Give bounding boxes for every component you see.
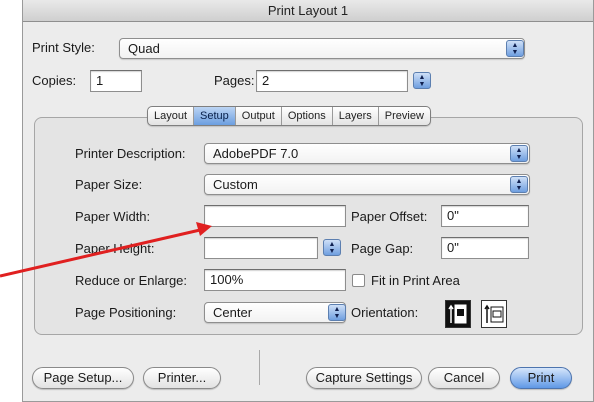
tab-setup[interactable]: Setup (194, 107, 236, 125)
print-style-arrows-icon[interactable]: ▲ ▼ (506, 40, 524, 57)
paper-offset-field[interactable]: 0" (441, 205, 529, 227)
copies-field[interactable]: 1 (90, 70, 142, 92)
page-positioning-popup[interactable]: Center (204, 302, 346, 323)
tab-output[interactable]: Output (236, 107, 282, 125)
orientation-label: Orientation: (351, 305, 419, 320)
paper-size-label: Paper Size: (75, 177, 143, 192)
page-positioning-label: Page Positioning: (75, 305, 177, 320)
portrait-icon[interactable] (445, 300, 471, 328)
fit-in-print-area-label: Fit in Print Area (371, 273, 460, 288)
copies-label: Copies: (32, 73, 77, 88)
fit-in-print-area-checkbox[interactable] (352, 274, 365, 287)
paper-offset-label: Paper Offset: (351, 209, 428, 224)
paper-height-arrows-icon[interactable]: ▲ ▼ (323, 239, 341, 256)
paper-width-label: Paper Width: (75, 209, 151, 224)
paper-size-value: Custom (213, 177, 258, 192)
print-style-label: Print Style: (32, 40, 95, 55)
printer-description-label: Printer Description: (75, 146, 186, 161)
tab-layers[interactable]: Layers (333, 107, 379, 125)
pages-arrows-icon[interactable]: ▲ ▼ (413, 72, 431, 89)
tab-bar: Layout Setup Output Options Layers Previ… (147, 106, 431, 126)
print-style-popup[interactable]: Quad (119, 38, 525, 59)
page-positioning-arrows-icon[interactable]: ▲ ▼ (328, 304, 346, 321)
pages-field[interactable]: 2 (256, 70, 408, 92)
reduce-enlarge-label: Reduce or Enlarge: (75, 273, 188, 288)
page-positioning-value: Center (213, 305, 253, 320)
page-setup-button[interactable]: Page Setup... (32, 367, 134, 389)
printer-description-arrows-icon[interactable]: ▲ ▼ (510, 145, 528, 162)
print-dialog: Print Layout 1 Print Style: Quad ▲ ▼ Copi… (22, 0, 594, 402)
printer-description-popup[interactable]: AdobePDF 7.0 (204, 143, 530, 164)
window-title: Print Layout 1 (23, 0, 593, 22)
paper-height-field[interactable] (204, 237, 318, 259)
tab-layout[interactable]: Layout (148, 107, 195, 125)
printer-description-value: AdobePDF 7.0 (213, 146, 299, 161)
landscape-icon[interactable] (481, 300, 507, 328)
tab-preview[interactable]: Preview (379, 107, 430, 125)
print-style-value: Quad (128, 41, 160, 56)
page-gap-field[interactable]: 0" (441, 237, 529, 259)
capture-settings-button[interactable]: Capture Settings (306, 367, 422, 389)
page-gap-label: Page Gap: (351, 241, 414, 256)
tab-options[interactable]: Options (282, 107, 333, 125)
paper-size-arrows-icon[interactable]: ▲ ▼ (510, 176, 528, 193)
reduce-enlarge-field[interactable]: 100% (204, 269, 346, 291)
print-button[interactable]: Print (510, 367, 572, 389)
pages-label: Pages: (214, 73, 255, 88)
paper-size-popup[interactable]: Custom (204, 174, 530, 195)
printer-button[interactable]: Printer... (143, 367, 221, 389)
cancel-button[interactable]: Cancel (428, 367, 500, 389)
paper-height-label: Paper Height: (75, 241, 155, 256)
paper-width-field[interactable] (204, 205, 346, 227)
button-divider (259, 350, 260, 385)
